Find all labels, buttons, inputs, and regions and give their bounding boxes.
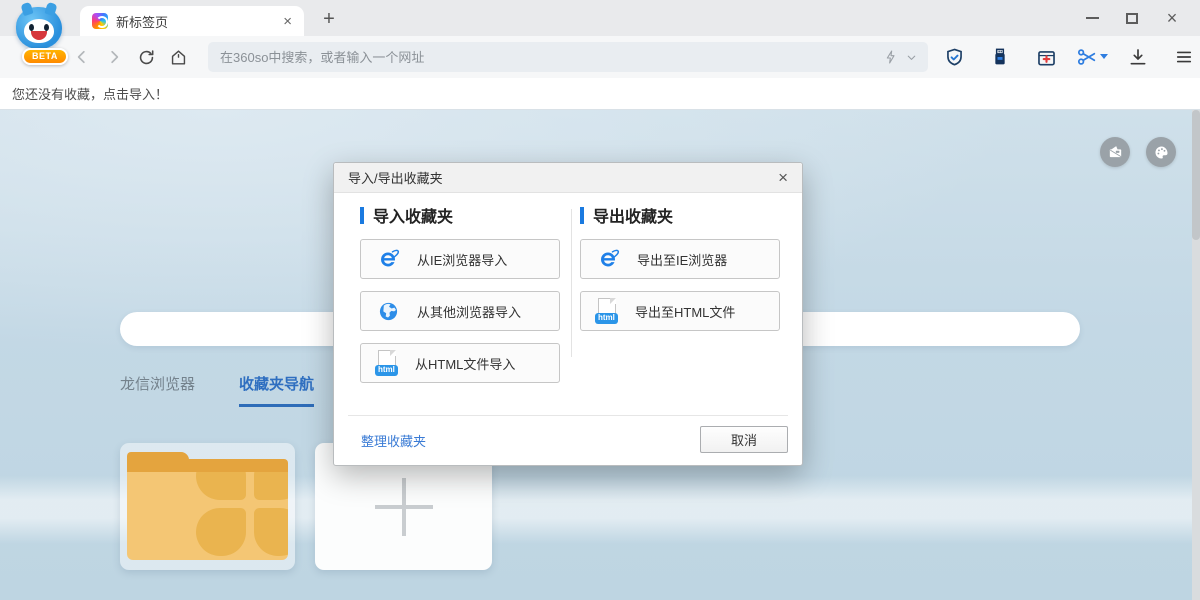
browser-window: BETA 新标签页 × + × [0, 0, 1200, 600]
refresh-icon [137, 48, 156, 67]
tab-title: 新标签页 [116, 12, 279, 31]
first-aid-kit-button[interactable] [1030, 41, 1062, 73]
address-input[interactable] [208, 42, 883, 72]
theme-button[interactable] [1146, 137, 1176, 167]
html-file-icon: html [595, 298, 619, 324]
folder-icon [127, 452, 288, 560]
minimize-button[interactable] [1072, 0, 1112, 36]
html-file-icon: html [375, 350, 399, 376]
chevron-left-icon [73, 48, 91, 66]
export-to-ie-button[interactable]: 导出至IE浏览器 [580, 239, 780, 279]
tab-close-icon[interactable]: × [279, 12, 296, 31]
usb-drive-icon [990, 47, 1010, 67]
lightning-icon [883, 49, 899, 65]
window-controls: × [1072, 0, 1192, 36]
download-icon [1128, 47, 1148, 67]
forward-button[interactable] [98, 41, 130, 73]
dialog-titlebar: 导入/导出收藏夹 × [334, 163, 802, 193]
scrollbar-thumb[interactable] [1192, 110, 1200, 240]
scissors-icon [1076, 46, 1098, 68]
import-from-html-button[interactable]: html 从HTML文件导入 [360, 343, 560, 383]
chevron-down-icon [905, 51, 918, 64]
shield-check-icon [944, 47, 965, 68]
quick-launch-button[interactable] [883, 49, 928, 65]
menu-button[interactable] [1168, 41, 1200, 73]
bookmark-import-notice[interactable]: 您还没有收藏，点击导入！ [12, 84, 168, 103]
first-aid-kit-icon [1036, 47, 1057, 68]
chevron-right-icon [105, 48, 123, 66]
import-from-ie-button[interactable]: 从IE浏览器导入 [360, 239, 560, 279]
tab-longxin-browser[interactable]: 龙信浏览器 [120, 373, 195, 407]
import-section-heading: 导入收藏夹 [360, 203, 453, 227]
import-from-other-browser-button[interactable]: 从其他浏览器导入 [360, 291, 560, 331]
organize-bookmarks-link[interactable]: 整理收藏夹 [361, 431, 426, 450]
export-section-heading: 导出收藏夹 [580, 203, 673, 227]
column-divider [571, 209, 572, 357]
new-tab-page: 龙信浏览器 收藏夹导航 导入/导出收藏夹 × [0, 110, 1200, 600]
home-icon [169, 48, 188, 67]
clover-pattern [196, 472, 288, 556]
maximize-icon [1126, 13, 1138, 24]
tab-favicon-icon [92, 13, 108, 29]
tab-new-page[interactable]: 新标签页 × [80, 6, 304, 36]
tab-favorites-nav[interactable]: 收藏夹导航 [239, 373, 314, 407]
maximize-button[interactable] [1112, 0, 1152, 36]
mail-icon [1107, 144, 1124, 161]
back-button[interactable] [66, 41, 98, 73]
minimize-icon [1086, 17, 1099, 19]
beta-badge: BETA [22, 48, 68, 65]
bookmark-bar: 您还没有收藏，点击导入！ [0, 78, 1200, 110]
cancel-button[interactable]: 取消 [700, 426, 788, 453]
page-nav-tabs: 龙信浏览器 收藏夹导航 [120, 373, 314, 407]
footer-divider [348, 415, 788, 416]
navigation-toolbar [0, 36, 1200, 78]
home-button[interactable] [162, 41, 194, 73]
mascot-logo[interactable]: BETA [10, 5, 70, 71]
menu-icon [1174, 47, 1194, 67]
bookmark-folder-tile[interactable] [120, 443, 295, 570]
new-tab-button[interactable]: + [316, 8, 342, 32]
globe-icon [375, 298, 401, 324]
download-button[interactable] [1122, 41, 1154, 73]
tab-bar: BETA 新标签页 × + × [0, 0, 1200, 36]
palette-icon [1153, 144, 1170, 161]
page-scrollbar[interactable] [1192, 110, 1200, 600]
mascot-head-icon [16, 7, 62, 49]
window-close-button[interactable]: × [1152, 0, 1192, 36]
security-shield-button[interactable] [938, 41, 970, 73]
accent-bar [360, 207, 364, 224]
accent-bar [580, 207, 584, 224]
dialog-close-icon[interactable]: × [774, 169, 792, 186]
refresh-button[interactable] [130, 41, 162, 73]
usb-drive-button[interactable] [984, 41, 1016, 73]
plus-icon [375, 478, 433, 536]
dialog-title: 导入/导出收藏夹 [348, 168, 774, 187]
export-to-html-button[interactable]: html 导出至HTML文件 [580, 291, 780, 331]
screenshot-button[interactable] [1076, 46, 1108, 68]
feedback-button[interactable] [1100, 137, 1130, 167]
scissors-dropdown-icon [1100, 54, 1108, 59]
ie-icon [375, 246, 401, 272]
ie-icon [595, 246, 621, 272]
address-bar[interactable] [208, 42, 928, 72]
window-close-icon: × [1167, 9, 1178, 27]
import-export-dialog: 导入/导出收藏夹 × 导入收藏夹 导出收藏夹 从IE浏览器导入 [333, 162, 803, 466]
